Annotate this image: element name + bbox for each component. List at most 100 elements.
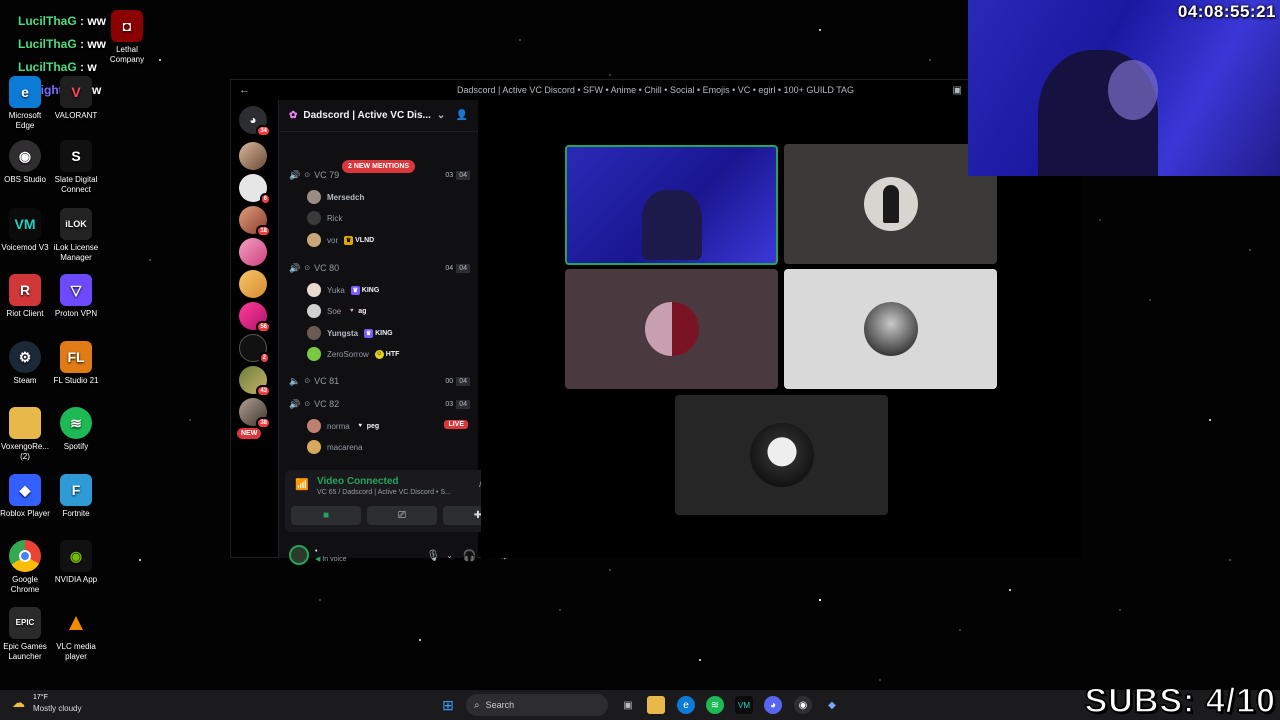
desktop-icon-edge[interactable]: e Microsoft Edge [0,76,50,131]
server-icon[interactable] [239,238,267,266]
voice-member[interactable]: Yuka ♛ KING [307,282,379,298]
voice-channel[interactable]: 🔊 ⊙ VC 79 03 04 [289,168,470,182]
channel-status-icon: ⊙ [304,401,311,408]
edge-taskbar-icon[interactable]: e [677,696,695,714]
user-count: 04 [445,264,454,272]
channel-name: VC 79 [314,170,340,180]
speaker-icon: ◀ [315,555,321,563]
app-taskbar-icon[interactable]: ◆ [823,696,841,714]
server-icon[interactable]: 56 [239,302,271,333]
spotify-taskbar-icon[interactable]: ≋ [706,696,724,714]
weather-desc[interactable]: Mostly cloudy [33,704,81,713]
server-icon[interactable]: 6 [239,174,271,205]
voice-channel[interactable]: 🔈 ⊙ VC 81 00 04 [289,374,470,388]
headphones-icon[interactable]: 🎧 [463,549,477,562]
chevron-down-icon: ⌄ [436,110,446,121]
camera-button[interactable]: ■ [291,506,361,525]
discord-home-icon[interactable]: ◕ 34 [239,106,271,137]
search-placeholder: Search [485,700,515,710]
voice-member[interactable]: Soe ♥ ag [307,303,366,319]
task-view-icon[interactable]: ▣ [619,696,637,714]
desktop-icon-epic-games[interactable]: EPIC Epic Games Launcher [0,607,50,662]
voice-member[interactable]: Mersedch [307,189,364,205]
video-tile-user[interactable] [784,144,997,264]
webcam-overlay [968,0,1280,176]
server-icon[interactable]: 38 [239,398,271,429]
voice-member[interactable]: macarena [307,439,363,455]
channel-name: VC 80 [314,263,340,273]
video-tile-user[interactable] [565,269,778,389]
voice-member[interactable]: ZeroSorrow ☺ HTF [307,346,399,362]
member-name: vor [327,235,339,245]
nvidia-icon: ◉ [60,540,92,572]
voice-member[interactable]: Rick [307,210,343,226]
channel-name: VC 81 [314,376,340,386]
voice-channel-info[interactable]: VC 65 / Dadscord | Active VC Discord • S… [317,489,451,496]
voice-member[interactable]: Yungsta ♛ KING [307,325,393,341]
desktop-icon-chrome[interactable]: Google Chrome [0,540,50,595]
desktop-icon-slate-digital[interactable]: S Slate Digital Connect [51,140,101,195]
desktop-icon-valorant[interactable]: V VALORANT [51,76,101,121]
file-explorer-icon[interactable] [647,696,665,714]
voice-channel[interactable]: 🔊 ⊙ VC 80 04 04 [289,261,470,275]
smile-icon: ☺ [374,349,384,359]
desktop-icon-ilok[interactable]: iLOK iLok License Manager [51,208,101,263]
server-header[interactable]: ✿ Dadscord | Active VC Dis... ⌄ 👤 [279,100,478,132]
channel-status-icon: ⊙ [304,378,311,385]
server-icon-dadscord[interactable]: 2 [239,334,270,364]
desktop-icon-roblox[interactable]: ◆ Roblox Player [0,474,50,519]
weather-temp[interactable]: 17°F [33,694,48,701]
inbox-icon[interactable]: ▣ [953,85,962,96]
back-arrow-icon[interactable]: ← [239,84,250,96]
invite-icon[interactable]: 👤 [456,110,468,121]
desktop-icon-voicemod[interactable]: VM Voicemod V3 [0,208,50,253]
desktop-icon-spotify[interactable]: ≋ Spotify [51,407,101,452]
screen-share-button[interactable]: ⎚ [367,506,437,525]
server-icon[interactable]: 43 [239,366,271,397]
windows-start-icon[interactable]: ⊞ [439,696,457,714]
desktop-icon-fortnite[interactable]: F Fortnite [51,474,101,519]
chat-message: LucilThaG : ww [18,37,107,51]
voice-active-icon: 🔊 [289,398,301,409]
channel-status-icon: ⊙ [304,265,311,272]
folder-icon [9,407,41,439]
chevron-down-icon[interactable]: ⌄ [446,551,453,560]
speaker-icon: 🔈 [289,375,301,386]
voice-member[interactable]: vor ♛ VLND [307,232,374,248]
video-tile-user[interactable] [784,269,997,389]
new-servers-pill[interactable]: NEW [237,428,262,439]
slate-digital-icon: S [60,140,92,172]
desktop-icon-obs[interactable]: ◉ OBS Studio [0,140,50,185]
video-tile-self[interactable] [565,145,778,265]
desktop-icon-nvidia[interactable]: ◉ NVIDIA App [51,540,101,585]
obs-taskbar-icon[interactable]: ◉ [794,696,812,714]
desktop-icon-steam[interactable]: ⚙ Steam [0,341,50,386]
discord-window: ← Dadscord | Active VC Discord • SFW • A… [230,79,1081,565]
steam-icon: ⚙ [9,341,41,373]
crown-icon: ♛ [364,328,374,338]
microphone-icon[interactable]: 🎙 [426,549,440,562]
server-icon[interactable] [239,142,267,170]
avatar [307,304,321,318]
guild-tag: ♛ VLND [344,235,375,245]
server-icon[interactable]: 18 [239,206,271,237]
guild-tag: ♥ peg [356,422,379,431]
live-badge: LIVE [444,420,468,429]
voice-channel[interactable]: 🔊 ⊙ VC 82 03 04 [289,397,470,411]
unread-badge: 34 [256,125,271,137]
avatar[interactable] [289,545,309,565]
voicemod-taskbar-icon[interactable]: VM [735,696,753,714]
desktop-icon-proton-vpn[interactable]: ▽ Proton VPN [51,274,101,319]
desktop-icon-vlc[interactable]: ▲ VLC media player [51,607,101,662]
desktop-icon-riot[interactable]: R Riot Client [0,274,50,319]
desktop-icon-fl-studio[interactable]: FL FL Studio 21 [51,341,101,386]
video-tile-user[interactable] [675,395,888,515]
person-figure-icon [882,185,899,223]
server-icon[interactable] [239,270,267,298]
desktop-icon-folder[interactable]: VoxengoRe... (2) [0,407,50,462]
discord-taskbar-icon[interactable]: ◕ [764,696,782,714]
taskbar-search[interactable]: ⌕ Search [466,694,608,716]
desktop-icon-lethal-company[interactable]: ◘ Lethal Company [102,10,152,65]
avatar [863,177,918,231]
weather-icon: ☁ [12,695,25,710]
